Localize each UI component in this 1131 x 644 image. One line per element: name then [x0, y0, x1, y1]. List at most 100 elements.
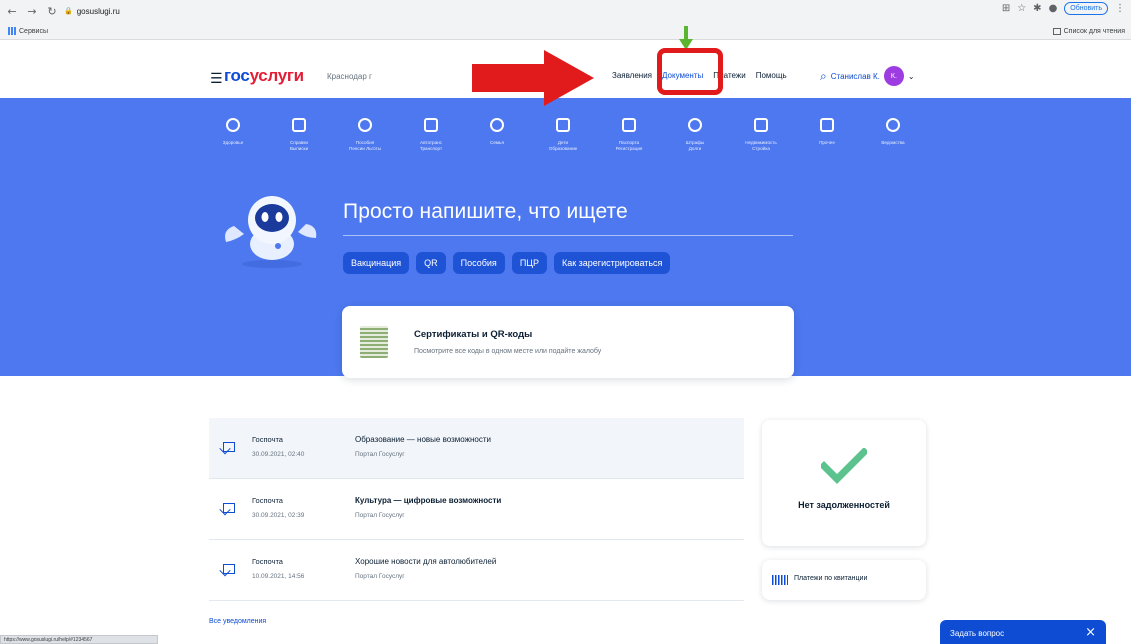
receipt-payment-label: Платежи по квитанции — [794, 575, 868, 582]
list-item[interactable]: Госпочта 30.09.2021, 02:39 Культура — ци… — [209, 479, 744, 540]
quick-chips: Вакцинация QR Пособия ПЦР Как зарегистри… — [343, 252, 671, 274]
user-area: ⌕ Станислав К. К. ⌄ — [820, 66, 915, 86]
barcode-icon — [772, 575, 788, 585]
list-item[interactable]: Госпочта 30.09.2021, 02:40 Образование —… — [209, 418, 744, 479]
browser-chrome: ← → ↻ 🔒 gosuslugi.ru ⊞ ☆ ✱ ● Обновить ⋮ … — [0, 0, 1131, 40]
extensions-icon[interactable]: ✱ — [1033, 3, 1041, 14]
notification-date: 10.09.2021, 14:56 — [252, 573, 305, 580]
umbrella-icon — [358, 118, 372, 132]
robot-assistant-icon — [225, 196, 317, 268]
all-notifications-link[interactable]: Все уведомления — [209, 618, 266, 625]
certificates-title: Сертификаты и QR-коды — [414, 329, 533, 340]
debt-status-text: Нет задолженностей — [798, 500, 890, 510]
category-menu: Здоровье Справки Выписки Пособия Пенсии … — [200, 118, 926, 151]
chip-vaccination[interactable]: Вакцинация — [343, 252, 410, 274]
mail-icon — [223, 503, 235, 513]
health-icon — [226, 118, 240, 132]
house-icon — [754, 118, 768, 132]
update-button[interactable]: Обновить — [1064, 2, 1108, 15]
avatar[interactable]: К. — [883, 66, 904, 86]
category-other[interactable]: Прочее — [794, 118, 860, 151]
chip-benefits[interactable]: Пособия — [452, 252, 505, 274]
address-bar[interactable]: 🔒 gosuslugi.ru — [64, 3, 969, 19]
category-health[interactable]: Здоровье — [200, 118, 266, 151]
browser-toolbar: ← → ↻ 🔒 gosuslugi.ru ⊞ ☆ ✱ ● Обновить ⋮ — [0, 0, 1131, 22]
grid-icon — [820, 118, 834, 132]
star-icon[interactable]: ☆ — [1017, 3, 1026, 14]
category-certificates[interactable]: Справки Выписки — [266, 118, 332, 151]
reading-list[interactable]: Список для чтения — [1052, 27, 1125, 35]
certificates-card[interactable]: Сертификаты и QR-коды Посмотрите все код… — [342, 306, 794, 378]
search-icon[interactable]: ⌕ — [820, 69, 827, 84]
category-passports[interactable]: Паспорта Регистрация — [596, 118, 662, 151]
notification-sender: Госпочта — [252, 557, 283, 566]
apps-label: Сервисы — [19, 27, 49, 35]
category-agencies[interactable]: Ведомства — [860, 118, 926, 151]
lock-icon: 🔒 — [64, 8, 73, 15]
search-underline — [343, 235, 793, 236]
apps-bookmark[interactable]: Сервисы — [8, 27, 48, 35]
folder-icon — [292, 118, 306, 132]
list-item[interactable]: Госпочта 10.09.2021, 14:56 Хорошие новос… — [209, 540, 744, 601]
reload-icon[interactable]: ↻ — [44, 3, 60, 19]
category-benefits[interactable]: Пособия Пенсии Льготы — [332, 118, 398, 151]
documents-highlight-box — [657, 48, 723, 95]
receipt-payment-card[interactable]: Платежи по квитанции — [762, 560, 926, 600]
green-arrow-annotation — [679, 26, 693, 50]
nav-applications[interactable]: Заявления — [612, 71, 652, 80]
profile-icon[interactable]: ● — [1049, 3, 1058, 14]
notification-sender: Госпочта — [252, 435, 283, 444]
emblem-icon — [886, 118, 900, 132]
notifications-list: Госпочта 30.09.2021, 02:40 Образование —… — [209, 418, 744, 601]
category-family[interactable]: Семья — [464, 118, 530, 151]
chip-how-to-register[interactable]: Как зарегистрироваться — [553, 252, 671, 274]
category-fines[interactable]: Штрафы Долги — [662, 118, 728, 151]
category-realty[interactable]: Недвижимость Стройка — [728, 118, 794, 151]
notification-source: Портал Госуслуг — [355, 512, 405, 519]
nav-help[interactable]: Помощь — [756, 71, 787, 80]
car-icon — [424, 118, 438, 132]
family-icon — [490, 118, 504, 132]
city-selector[interactable]: Краснодар г — [327, 72, 372, 81]
category-transport[interactable]: Автотранс Транспорт — [398, 118, 464, 151]
search-prompt[interactable]: Просто напишите, что ищете — [343, 200, 628, 224]
notification-subject: Образование — новые возможности — [355, 435, 491, 444]
toolbar-right: ⊞ ☆ ✱ ● Обновить ⋮ — [1002, 2, 1125, 15]
notification-subject: Культура — цифровые возможности — [355, 496, 502, 505]
url-text: gosuslugi.ru — [76, 6, 120, 16]
notification-date: 30.09.2021, 02:40 — [252, 451, 305, 458]
book-icon — [556, 118, 570, 132]
reading-list-label: Список для чтения — [1063, 27, 1125, 35]
browser-status-bar: https://www.gosuslugi.ru/help/#1234567 — [0, 635, 158, 644]
hamburger-menu-icon[interactable]: ☰ — [210, 71, 223, 87]
checkmark-icon — [821, 448, 867, 484]
ask-question-widget[interactable]: Задать вопрос × — [940, 620, 1106, 644]
certificates-subtitle: Посмотрите все коды в одном месте или по… — [414, 348, 602, 355]
translate-icon[interactable]: ⊞ — [1002, 3, 1010, 14]
notification-subject: Хорошие новости для автолюбителей — [355, 557, 497, 566]
mail-icon — [223, 564, 235, 574]
mail-icon — [223, 442, 235, 452]
user-name[interactable]: Станислав К. — [831, 72, 880, 81]
ask-question-label: Задать вопрос — [950, 629, 1005, 638]
chip-qr[interactable]: QR — [416, 252, 446, 274]
chevron-down-icon[interactable]: ⌄ — [908, 72, 915, 81]
notification-date: 30.09.2021, 02:39 — [252, 512, 305, 519]
red-arrow-annotation — [472, 50, 594, 106]
forward-icon[interactable]: → — [24, 3, 40, 19]
notification-source: Портал Госуслуг — [355, 573, 405, 580]
gavel-icon — [688, 118, 702, 132]
apps-grid-icon — [8, 27, 16, 35]
menu-icon[interactable]: ⋮ — [1115, 3, 1125, 14]
chip-pcr[interactable]: ПЦР — [511, 252, 547, 274]
bookmarks-bar: Сервисы Список для чтения — [0, 22, 1131, 40]
qr-code-icon — [360, 326, 388, 358]
site-logo[interactable]: госуслуги — [224, 66, 304, 86]
reading-list-icon — [1052, 27, 1061, 35]
debt-status-card[interactable]: Нет задолженностей — [762, 420, 926, 546]
category-education[interactable]: Дети Образование — [530, 118, 596, 151]
passport-icon — [622, 118, 636, 132]
back-icon[interactable]: ← — [4, 3, 20, 19]
notification-source: Портал Госуслуг — [355, 451, 405, 458]
close-icon[interactable]: × — [1085, 625, 1096, 640]
